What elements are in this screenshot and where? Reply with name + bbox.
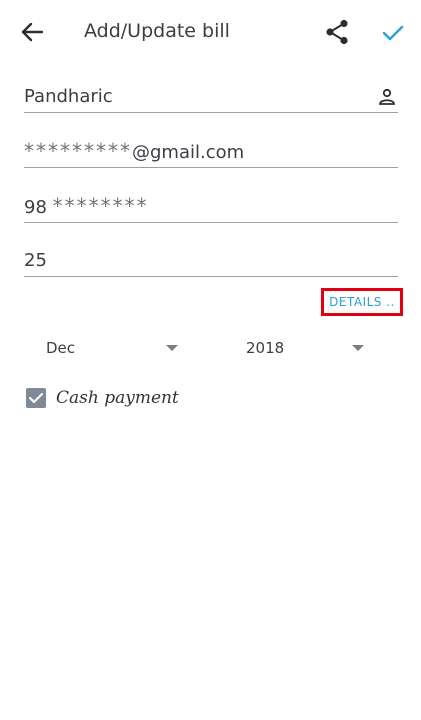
cash-payment-checkbox[interactable]: Cash payment bbox=[26, 386, 179, 410]
email-mask: ********* bbox=[24, 139, 132, 163]
cash-payment-label: Cash payment bbox=[56, 388, 179, 408]
month-value: Dec bbox=[46, 339, 76, 357]
phone-field[interactable]: 98 ******** bbox=[24, 192, 398, 223]
chevron-down-icon bbox=[352, 345, 364, 351]
email-suffix: @gmail.com bbox=[132, 142, 245, 163]
chevron-down-icon bbox=[166, 345, 178, 351]
checkmark-icon bbox=[28, 392, 44, 404]
year-value: 2018 bbox=[246, 339, 285, 357]
amount-input[interactable] bbox=[24, 246, 364, 274]
email-field[interactable]: *********@gmail.com bbox=[24, 137, 398, 168]
details-button[interactable]: DETAILS .. bbox=[321, 288, 403, 316]
name-input[interactable] bbox=[24, 82, 364, 110]
phone-mask: ******** bbox=[52, 194, 149, 218]
done-button[interactable] bbox=[378, 18, 408, 48]
year-select[interactable]: 2018 bbox=[246, 332, 371, 364]
phone-value[interactable]: 98 ******** bbox=[24, 192, 398, 222]
checkbox-checked[interactable] bbox=[26, 388, 46, 408]
check-icon bbox=[382, 25, 404, 41]
toolbar: Add/Update bill bbox=[0, 0, 421, 64]
back-button[interactable] bbox=[16, 18, 48, 46]
month-select[interactable]: Dec bbox=[46, 332, 186, 364]
arrow-left-icon bbox=[21, 22, 43, 42]
page-title: Add/Update bill bbox=[84, 20, 230, 42]
amount-field[interactable] bbox=[24, 246, 398, 277]
phone-prefix: 98 bbox=[24, 197, 47, 218]
name-field[interactable] bbox=[24, 82, 398, 113]
share-icon bbox=[326, 19, 348, 45]
email-value[interactable]: *********@gmail.com bbox=[24, 137, 398, 167]
share-button[interactable] bbox=[322, 16, 352, 48]
person-icon[interactable] bbox=[378, 88, 396, 106]
